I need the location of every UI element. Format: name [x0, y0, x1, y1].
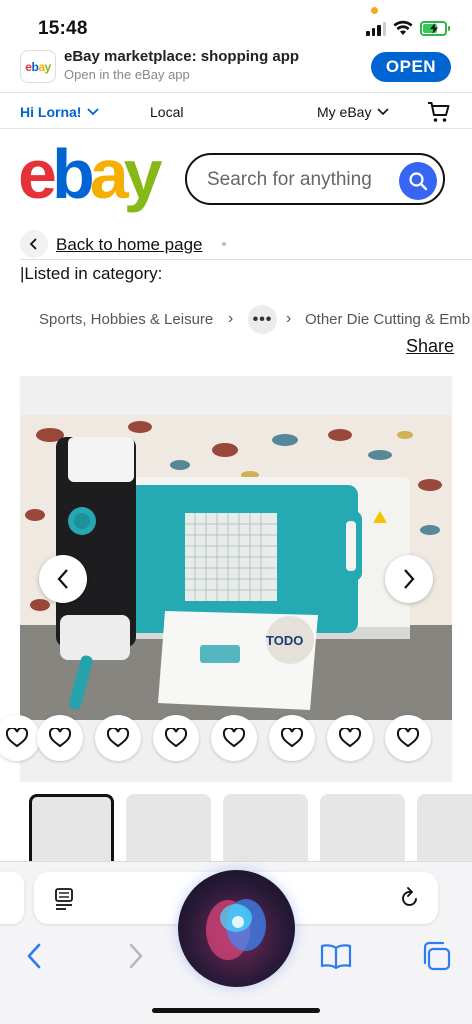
heart-icon — [281, 728, 303, 748]
greeting-label: Hi Lorna! — [20, 104, 82, 120]
local-link[interactable]: Local — [150, 104, 183, 120]
ebay-app-logo[interactable]: ebay — [20, 50, 56, 83]
reader-icon[interactable] — [54, 888, 74, 910]
watch-button[interactable] — [211, 715, 257, 761]
bookmarks-icon[interactable] — [320, 942, 352, 970]
breadcrumb-chevron-icon: › — [286, 310, 292, 327]
thumbnail[interactable] — [320, 794, 405, 864]
ebay-logo[interactable]: ebay — [18, 139, 163, 209]
breadcrumb-chevron-icon: › — [228, 310, 234, 327]
breadcrumb-more-button[interactable]: ••• — [248, 305, 277, 334]
app-banner-subtitle: Open in the eBay app — [64, 67, 190, 82]
battery-icon — [420, 21, 447, 36]
separator-dot — [222, 242, 226, 246]
divider — [0, 128, 472, 129]
chevron-down-icon — [87, 108, 100, 116]
battery-cap — [448, 26, 450, 31]
heart-icon — [6, 728, 28, 748]
search-button[interactable] — [399, 162, 437, 200]
chevron-right-icon — [404, 569, 415, 589]
watch-button[interactable] — [385, 715, 431, 761]
search-icon — [409, 172, 428, 191]
thumbnail-selected[interactable] — [29, 794, 114, 864]
divider — [20, 259, 472, 260]
cart-icon[interactable] — [427, 100, 451, 124]
search-input[interactable] — [207, 167, 397, 193]
siri-icon[interactable] — [178, 870, 295, 987]
next-image-button[interactable] — [385, 555, 433, 603]
wifi-icon — [393, 20, 413, 35]
previous-image-button[interactable] — [39, 555, 87, 603]
heart-icon — [165, 728, 187, 748]
watch-button[interactable] — [153, 715, 199, 761]
home-indicator[interactable] — [152, 1008, 320, 1013]
page: 15:48 ebay eBay marketplace: shopping ap… — [0, 0, 472, 1024]
app-banner-title: eBay marketplace: shopping app — [64, 48, 300, 65]
chevron-left-icon — [29, 238, 37, 250]
back-button[interactable] — [20, 230, 48, 258]
chevron-left-icon — [57, 569, 68, 589]
my-ebay-label: My eBay — [317, 104, 372, 120]
listed-in-category-label: |Listed in category: — [20, 264, 163, 283]
watch-button[interactable] — [0, 715, 40, 761]
back-to-home-link[interactable]: Back to home page — [56, 235, 202, 255]
divider — [0, 92, 472, 93]
share-link[interactable]: Share — [406, 336, 454, 357]
my-ebay-menu[interactable]: My eBay — [317, 104, 390, 120]
search-bar[interactable] — [185, 153, 445, 205]
watch-buttons-row — [0, 715, 452, 761]
previous-tab-preview[interactable] — [0, 872, 24, 924]
heart-icon — [397, 728, 419, 748]
heart-icon — [49, 728, 71, 748]
thumbnail[interactable] — [417, 794, 472, 864]
watch-button[interactable] — [269, 715, 315, 761]
greeting-menu[interactable]: Hi Lorna! — [20, 104, 100, 120]
open-app-button[interactable]: OPEN — [371, 52, 451, 82]
svg-text:TODO: TODO — [266, 633, 303, 648]
thumbnail[interactable] — [223, 794, 308, 864]
reload-icon[interactable] — [400, 887, 420, 909]
tabs-icon[interactable] — [421, 941, 451, 971]
signal-icon — [366, 22, 386, 36]
privacy-indicator-dot — [371, 7, 378, 14]
heart-icon — [339, 728, 361, 748]
heart-icon — [107, 728, 129, 748]
chevron-down-icon — [377, 108, 390, 116]
breadcrumb-category-die-cutting[interactable]: Other Die Cutting & Emb — [305, 311, 472, 328]
watch-button[interactable] — [95, 715, 141, 761]
watch-button[interactable] — [37, 715, 83, 761]
status-time: 15:48 — [38, 18, 88, 39]
watch-button[interactable] — [327, 715, 373, 761]
breadcrumb-category-sports[interactable]: Sports, Hobbies & Leisure — [39, 311, 213, 328]
forward-nav-icon[interactable] — [127, 943, 145, 969]
back-nav-icon[interactable] — [25, 943, 43, 969]
heart-icon — [223, 728, 245, 748]
thumbnail[interactable] — [126, 794, 211, 864]
